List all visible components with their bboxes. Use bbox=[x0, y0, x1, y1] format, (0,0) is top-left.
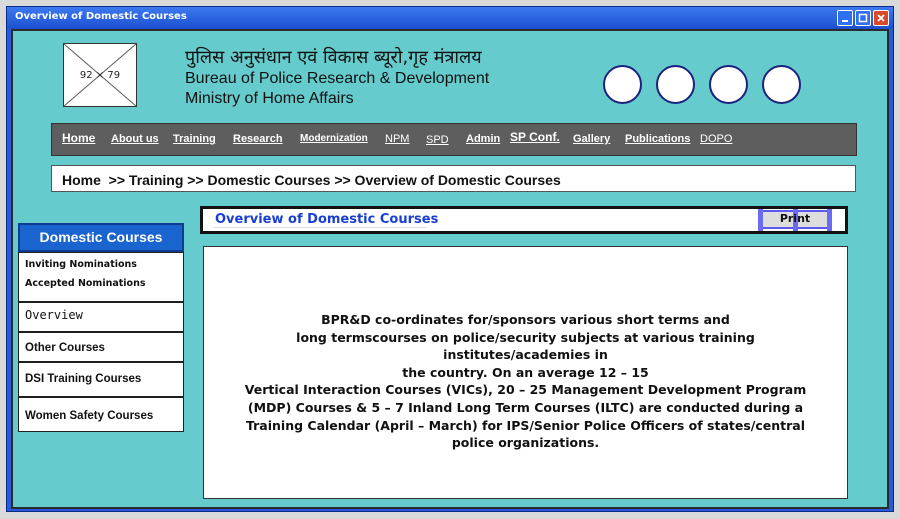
nav-research[interactable]: Research bbox=[233, 133, 283, 145]
overview-line: police organizations. bbox=[451, 435, 600, 451]
sidebar-item-other-courses[interactable]: Other Courses bbox=[19, 333, 183, 363]
logo-dimensions: 92 × 79 bbox=[79, 70, 121, 81]
overview-line: (MDP) Courses & 5 – 7 Inland Long Term C… bbox=[247, 399, 804, 415]
nav-home[interactable]: Home bbox=[62, 131, 95, 145]
close-icon[interactable] bbox=[873, 10, 889, 26]
nav-spd[interactable]: SPD bbox=[426, 134, 449, 146]
print-button[interactable]: Print bbox=[758, 209, 832, 231]
social-circle-icon[interactable] bbox=[656, 65, 695, 104]
overview-line: Training Calendar (April – March) for IP… bbox=[245, 417, 805, 433]
overview-line: long termscourses on police/security sub… bbox=[296, 329, 755, 363]
nav-about-us[interactable]: About us bbox=[111, 133, 159, 145]
sidebar-item-inviting-nominations[interactable]: Inviting Nominations bbox=[19, 253, 183, 273]
nav-npm[interactable]: NPM bbox=[385, 133, 409, 145]
nav-training[interactable]: Training bbox=[173, 133, 216, 145]
nav-sp-conf[interactable]: SP Conf. bbox=[510, 130, 560, 144]
sidebar-heading: Domestic Courses bbox=[18, 223, 184, 252]
social-circle-icon[interactable] bbox=[603, 65, 642, 104]
overview-text: BPR&D co-ordinates for/sponsors various … bbox=[224, 311, 827, 452]
nav-modernization[interactable]: Modernization bbox=[300, 133, 368, 144]
nav-dopo[interactable]: DOPO bbox=[700, 133, 732, 145]
sidebar-item-dsi-training-courses[interactable]: DSI Training Courses bbox=[19, 363, 183, 398]
browser-window: Overview of Domestic Courses 92 × 79 पुल… bbox=[6, 6, 894, 512]
sidebar-item-accepted-nominations[interactable]: Accepted Nominations bbox=[19, 273, 183, 303]
overview-line: Vertical Interaction Courses (VICs), 20 … bbox=[244, 382, 807, 398]
english-name: Bureau of Police Research & Development bbox=[185, 70, 490, 87]
ministry-name: Ministry of Home Affairs bbox=[185, 90, 354, 107]
overview-line: BPR&D co-ordinates for/sponsors various … bbox=[321, 312, 730, 327]
title-bar[interactable]: Overview of Domestic Courses bbox=[7, 7, 893, 29]
overview-line: the country. On an average 12 – 15 bbox=[402, 364, 649, 380]
window-controls bbox=[837, 10, 889, 26]
nav-gallery[interactable]: Gallery bbox=[573, 133, 610, 145]
nav-publications[interactable]: Publications bbox=[625, 133, 690, 145]
social-links bbox=[603, 65, 801, 104]
window-title: Overview of Domestic Courses bbox=[15, 11, 187, 22]
content-title: Overview of Domestic Courses bbox=[215, 212, 439, 227]
main-nav: Home About us Training Research Moderniz… bbox=[51, 123, 857, 156]
nav-admin[interactable]: Admin bbox=[466, 133, 500, 145]
maximize-icon[interactable] bbox=[855, 10, 871, 26]
content-body: BPR&D co-ordinates for/sponsors various … bbox=[203, 246, 848, 499]
title-underline bbox=[213, 227, 427, 228]
page-area: 92 × 79 पुलिस अनुसंधान एवं विकास ब्यूरो,… bbox=[11, 29, 889, 509]
sidebar-item-overview[interactable]: Overview bbox=[19, 303, 183, 333]
organization-name: पुलिस अनुसंधान एवं विकास ब्यूरो,गृह मंत्… bbox=[185, 45, 489, 109]
logo-placeholder: 92 × 79 bbox=[63, 43, 137, 107]
breadcrumb: Home >> Training >> Domestic Courses >> … bbox=[51, 165, 856, 192]
content-header: Overview of Domestic Courses Print bbox=[200, 206, 848, 234]
sidebar-menu: Inviting Nominations Accepted Nomination… bbox=[18, 252, 184, 432]
hindi-name: पुलिस अनुसंधान एवं विकास ब्यूरो,गृह मंत्… bbox=[185, 47, 482, 68]
sidebar-item-women-safety-courses[interactable]: Women Safety Courses bbox=[19, 398, 183, 431]
minimize-icon[interactable] bbox=[837, 10, 853, 26]
print-button-label: Print bbox=[779, 212, 811, 225]
social-circle-icon[interactable] bbox=[709, 65, 748, 104]
social-circle-icon[interactable] bbox=[762, 65, 801, 104]
